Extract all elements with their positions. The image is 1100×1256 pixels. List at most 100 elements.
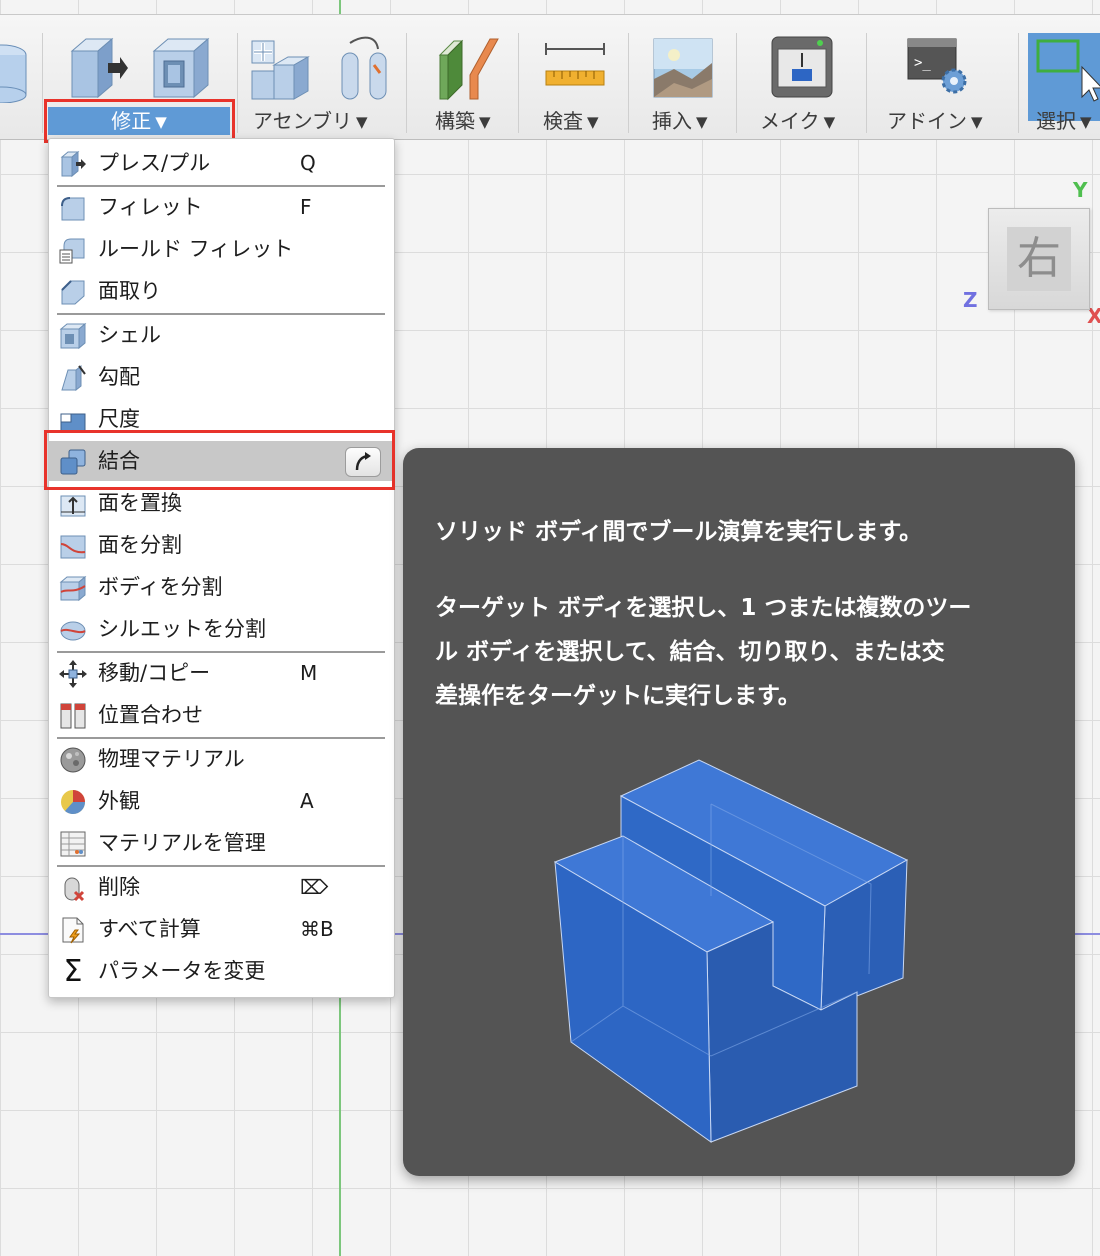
menu-item-label: マテリアルを管理	[98, 831, 266, 855]
menu-item-shortcut: M	[300, 661, 318, 685]
menu-item-shortcut: ⌦	[300, 875, 329, 899]
sigma-icon: Σ	[63, 954, 83, 989]
menu-item-press-pull[interactable]: プレス/プル Q	[49, 143, 394, 183]
rule-fillet-icon	[59, 238, 85, 264]
insert-label: 挿入	[652, 109, 692, 133]
menu-item-label: 外観	[98, 789, 140, 813]
select-menu-button[interactable]: 選択 ▼	[1036, 107, 1100, 135]
chevron-down-icon: ▼	[479, 113, 491, 131]
menu-item-shortcut: Q	[300, 151, 316, 175]
menu-item-physical-material[interactable]: 物理マテリアル	[49, 739, 394, 779]
chevron-down-icon: ▼	[1080, 113, 1092, 131]
menu-item-label: シルエットを分割	[98, 617, 266, 641]
inspect-menu-button[interactable]: 検査 ▼	[543, 107, 623, 135]
menu-item-label: パラメータを変更	[98, 959, 266, 983]
menu-item-shortcut: A	[300, 789, 314, 813]
menu-item-move-copy[interactable]: 移動/コピー M	[49, 653, 394, 693]
construct-label: 構築	[435, 109, 475, 133]
chevron-down-icon: ▼	[696, 113, 708, 131]
menu-item-shortcut: ⌘B	[300, 917, 334, 941]
menu-item-label: 面を分割	[98, 533, 182, 557]
delete-icon	[64, 877, 85, 902]
menu-item-label: ボディを分割	[98, 575, 223, 599]
new-component-icon[interactable]	[246, 35, 312, 103]
tooltip-line: ル ボディを選択して、結合、切り取り、または交	[435, 639, 945, 665]
assemble-menu-button[interactable]: アセンブリ ▼	[253, 107, 393, 135]
insert-image-icon[interactable]	[652, 35, 714, 101]
menu-item-label: 面取り	[98, 279, 161, 303]
view-cube[interactable]: 右	[988, 208, 1090, 310]
menu-item-change-parameters[interactable]: Σ パラメータを変更	[49, 951, 394, 991]
3d-print-icon[interactable]	[770, 35, 834, 101]
construct-menu-button[interactable]: 構築 ▼	[435, 107, 515, 135]
menu-item-label: 位置合わせ	[98, 703, 203, 727]
addins-label: アドイン	[887, 109, 967, 133]
fillet-icon	[61, 197, 85, 221]
scripts-addins-icon[interactable]: >_	[906, 35, 972, 101]
joint-icon[interactable]	[336, 35, 396, 103]
menu-item-silhouette-split[interactable]: シルエットを分割	[49, 609, 394, 649]
measure-icon[interactable]	[544, 35, 606, 103]
press-pull-icon	[60, 150, 86, 178]
svg-text:>_: >_	[914, 55, 931, 71]
make-menu-button[interactable]: メイク ▼	[760, 107, 860, 135]
press-pull-tool-icon[interactable]	[64, 35, 128, 101]
toolbar-separator	[628, 33, 629, 133]
assemble-label: アセンブリ	[253, 109, 352, 133]
inspect-label: 検査	[543, 109, 583, 133]
combine-highlight-box	[44, 430, 395, 490]
y-axis-label: Y	[1073, 178, 1088, 202]
chevron-down-icon: ▼	[587, 113, 599, 131]
menu-item-split-face[interactable]: 面を分割	[49, 525, 394, 565]
tooltip-description: ターゲット ボディを選択し、1 つまたは複数のツー ル ボディを選択して、結合、…	[435, 586, 1045, 718]
menu-item-label: 削除	[98, 875, 140, 899]
menu-item-label: 勾配	[98, 365, 140, 389]
shell-tool-icon[interactable]	[150, 35, 212, 101]
split-body-icon	[59, 575, 87, 602]
toolbar-separator	[406, 33, 407, 133]
split-face-icon	[60, 535, 86, 559]
align-icon	[60, 703, 86, 729]
toolbar-separator	[518, 33, 519, 133]
menu-item-shortcut: F	[300, 195, 312, 219]
compute-all-icon	[62, 917, 84, 944]
modify-dropdown-menu: プレス/プル Q フィレット F ルールド フィレット 面取り シェル 勾配 尺…	[48, 138, 395, 998]
menu-item-label: 物理マテリアル	[98, 747, 245, 771]
tooltip-title: ソリッド ボディ間でブール演算を実行します。	[435, 519, 923, 545]
menu-item-draft[interactable]: 勾配	[49, 357, 394, 397]
menu-item-split-body[interactable]: ボディを分割	[49, 567, 394, 607]
toolbar-separator	[736, 33, 737, 133]
menu-item-shell[interactable]: シェル	[49, 315, 394, 355]
menu-item-compute-all[interactable]: すべて計算 ⌘B	[49, 909, 394, 949]
tooltip-line: 差操作をターゲットに実行します。	[435, 683, 801, 709]
select-window-icon	[1036, 39, 1100, 102]
menu-item-fillet[interactable]: フィレット F	[49, 187, 394, 227]
view-cube-face-right[interactable]: 右	[1007, 227, 1071, 291]
combine-tooltip: ソリッド ボディ間でブール演算を実行します。 ターゲット ボディを選択し、1 つ…	[403, 448, 1075, 1176]
menu-item-label: ルールド フィレット	[98, 237, 294, 261]
addins-menu-button[interactable]: アドイン ▼	[887, 107, 999, 135]
insert-menu-button[interactable]: 挿入 ▼	[652, 107, 732, 135]
menu-item-align[interactable]: 位置合わせ	[49, 695, 394, 735]
menu-item-chamfer[interactable]: 面取り	[49, 271, 394, 311]
menu-item-label: プレス/プル	[98, 151, 211, 175]
shell-icon	[59, 322, 87, 350]
menu-item-manage-materials[interactable]: マテリアルを管理	[49, 823, 394, 863]
toolbar-separator	[1018, 33, 1019, 133]
appearance-icon	[61, 790, 86, 815]
physical-material-icon	[60, 747, 86, 773]
modify-highlight-box	[44, 99, 235, 143]
cylinder-icon[interactable]	[0, 43, 30, 103]
toolbar-separator	[237, 33, 238, 133]
draft-icon	[61, 364, 86, 392]
combine-illustration	[553, 759, 909, 1143]
menu-item-appearance[interactable]: 外観 A	[49, 781, 394, 821]
menu-item-delete[interactable]: 削除 ⌦	[49, 867, 394, 907]
chevron-down-icon: ▼	[823, 113, 836, 131]
toolbar-separator	[866, 33, 867, 133]
construct-plane-icon[interactable]	[434, 35, 500, 103]
menu-item-rule-fillet[interactable]: ルールド フィレット	[49, 229, 394, 269]
tooltip-line: ターゲット ボディを選択し、1 つまたは複数のツー	[435, 595, 972, 621]
manage-materials-icon	[60, 831, 86, 857]
menu-item-label: フィレット	[98, 195, 203, 219]
